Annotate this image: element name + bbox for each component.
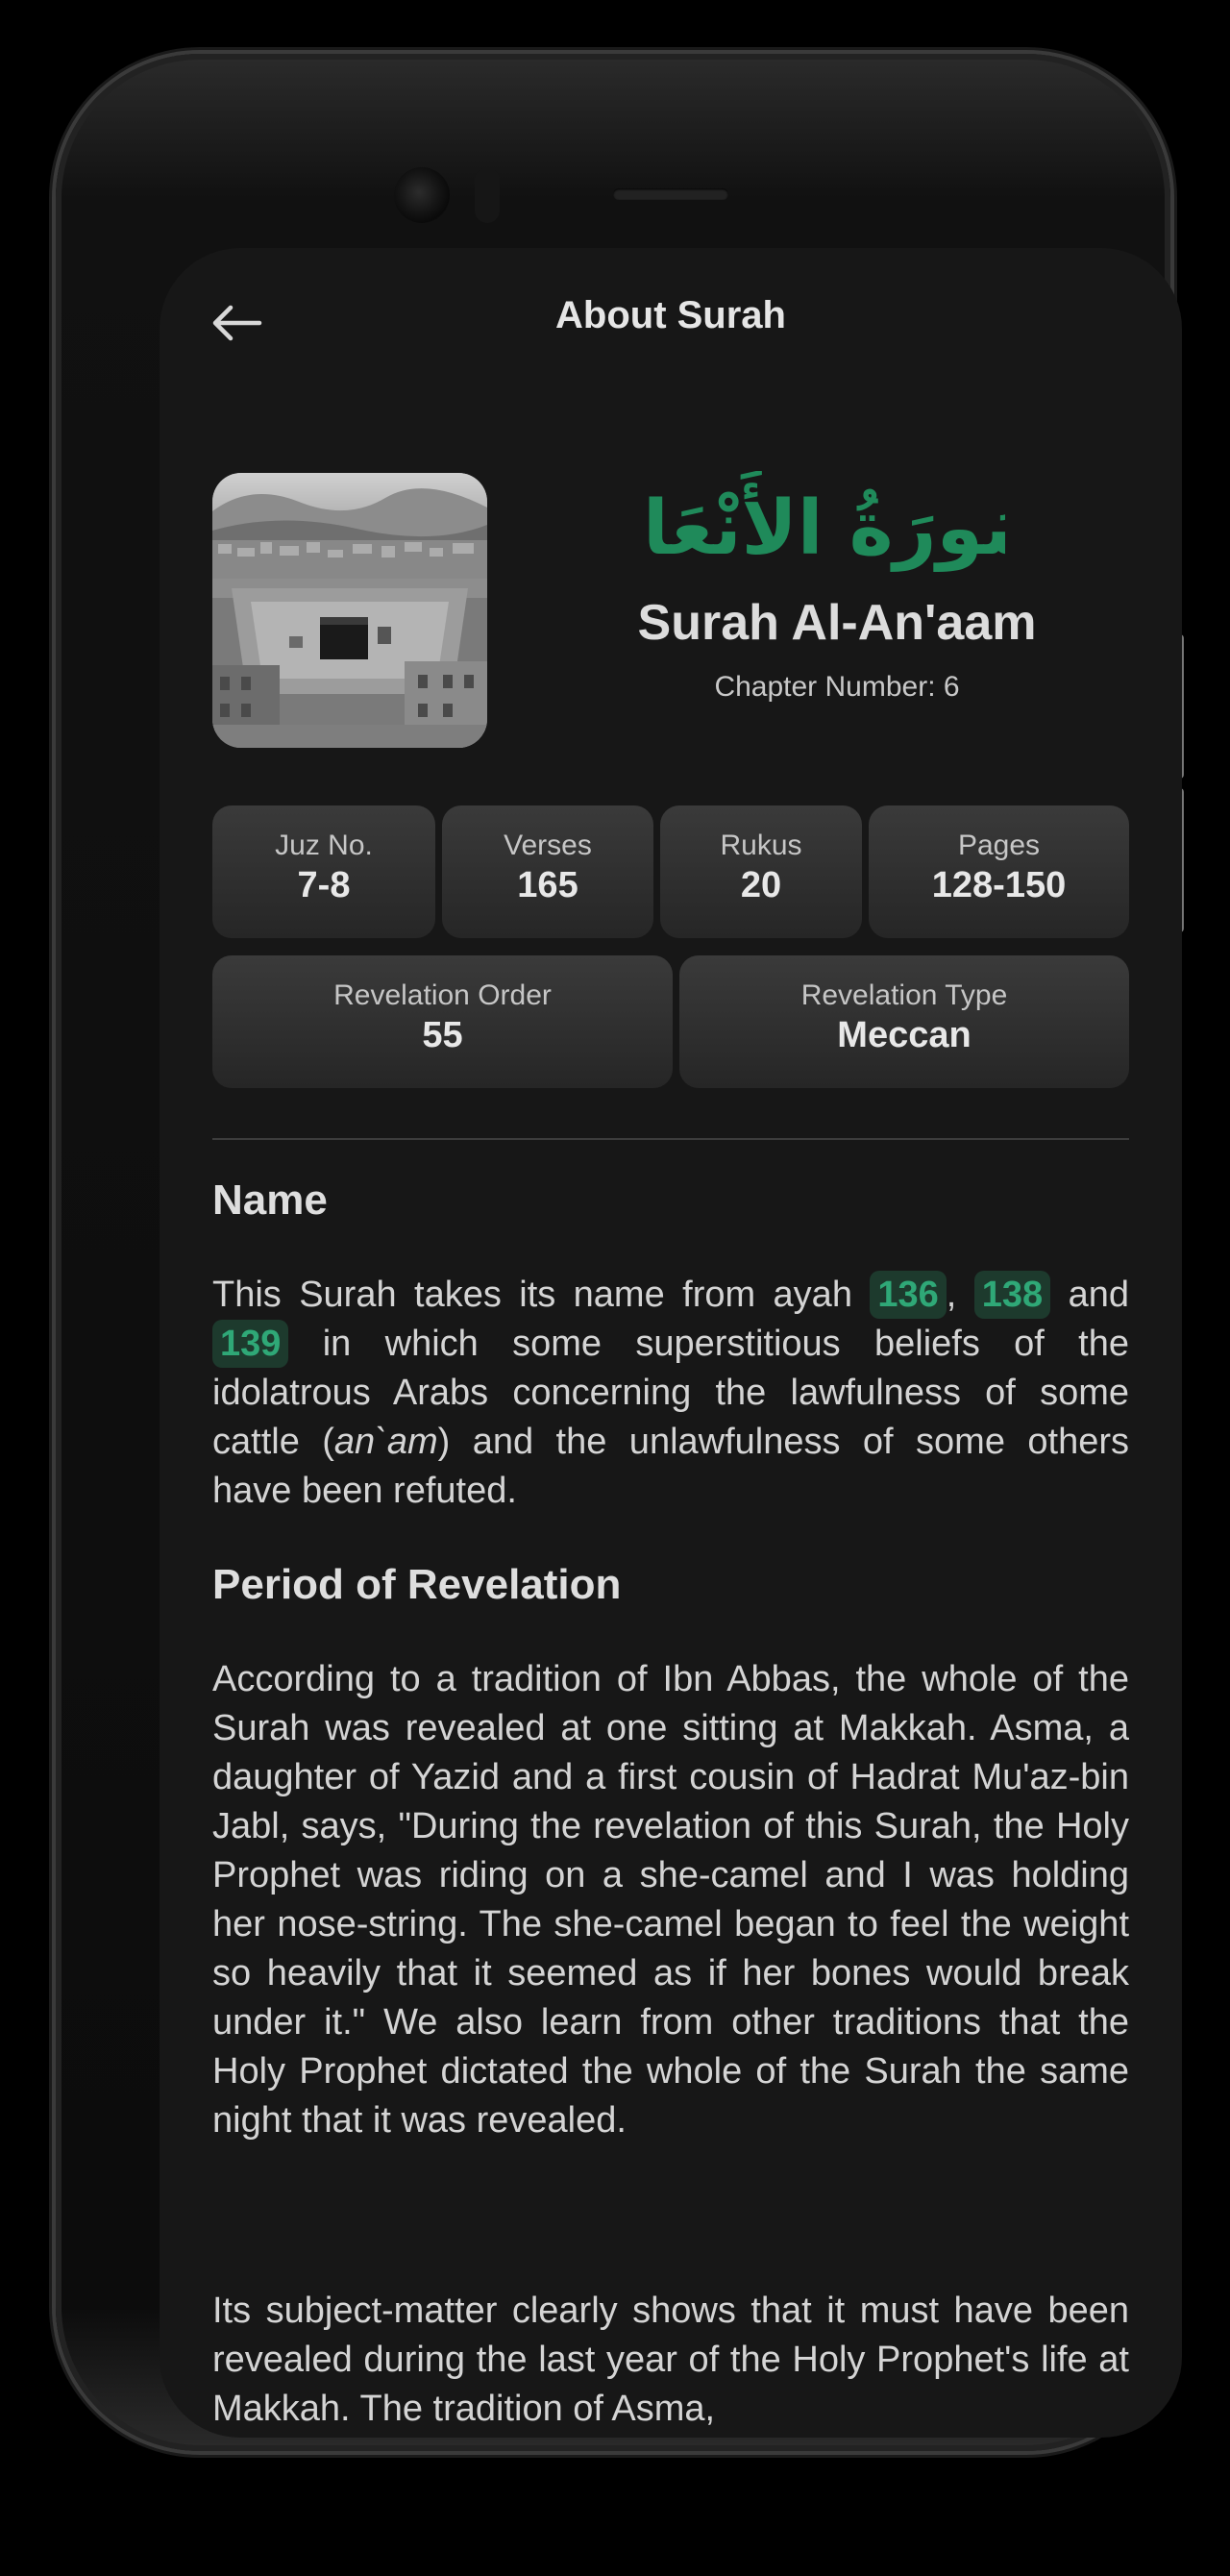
period-paragraph-1: According to a tradition of Ibn Abbas, t… — [212, 1659, 1129, 2141]
ayah-link[interactable]: 138 — [973, 1271, 1051, 1319]
stat-value: Meccan — [837, 1015, 972, 1055]
proximity-sensor — [475, 167, 500, 223]
surah-calligraphy: سُورَةُ الأَنْعَام — [640, 471, 1005, 572]
stat-value: 165 — [517, 865, 578, 905]
stat-juz: Juz No. 7-8 — [212, 805, 435, 938]
stat-revelation-order: Revelation Order 55 — [212, 955, 673, 1088]
stat-label: Rukus — [720, 830, 802, 861]
name-text: This Surah takes its name from ayah — [212, 1275, 852, 1315]
ayah-link[interactable]: 136 — [870, 1271, 947, 1319]
surah-name: Surah Al-An'aam — [637, 595, 1037, 651]
and-text: and — [1068, 1275, 1129, 1315]
comma: , — [946, 1275, 957, 1315]
chapter-number: Chapter Number: 6 — [714, 671, 960, 703]
stat-label: Verses — [504, 830, 592, 861]
period-heading: Period of Revelation — [212, 1561, 622, 1608]
surah-cover-image — [212, 473, 487, 748]
stat-value: 128-150 — [931, 865, 1067, 905]
stat-label: Revelation Type — [800, 979, 1008, 1011]
surah-arabic-name: سُورَةُ الأَنْعَام — [640, 471, 1005, 572]
name-italic: an`am — [333, 1422, 438, 1462]
stat-verses: Verses 165 — [442, 805, 653, 938]
stat-value: 55 — [422, 1015, 463, 1055]
stat-rukus: Rukus 20 — [660, 805, 862, 938]
period-paragraph-2: Its subject-matter clearly shows that it… — [212, 2291, 1129, 2429]
stat-value: 7-8 — [297, 865, 351, 905]
earpiece-speaker — [613, 188, 728, 200]
app-screen: About Surah ورَةُ الأَنْعَا Surah Al-An'… — [160, 248, 1182, 2438]
stat-revelation-type: Revelation Type Meccan — [679, 955, 1129, 1088]
ayah-link[interactable]: 139 — [212, 1320, 289, 1368]
divider — [212, 1138, 1129, 1140]
stat-pages: Pages 128-150 — [869, 805, 1129, 938]
kaaba-photo — [212, 473, 487, 748]
name-paragraph: This Surah takes its name from ayah 136,… — [212, 1271, 1129, 1516]
front-camera — [394, 167, 450, 223]
phone-frame: About Surah ورَةُ الأَنْعَا Surah Al-An'… — [56, 54, 1182, 2451]
name-heading: Name — [212, 1177, 328, 1224]
stat-label: Pages — [957, 830, 1041, 861]
stat-value: 20 — [740, 865, 782, 905]
stat-label: Revelation Order — [333, 979, 552, 1011]
stat-label: Juz No. — [275, 830, 373, 861]
page-title: About Surah — [555, 294, 786, 336]
